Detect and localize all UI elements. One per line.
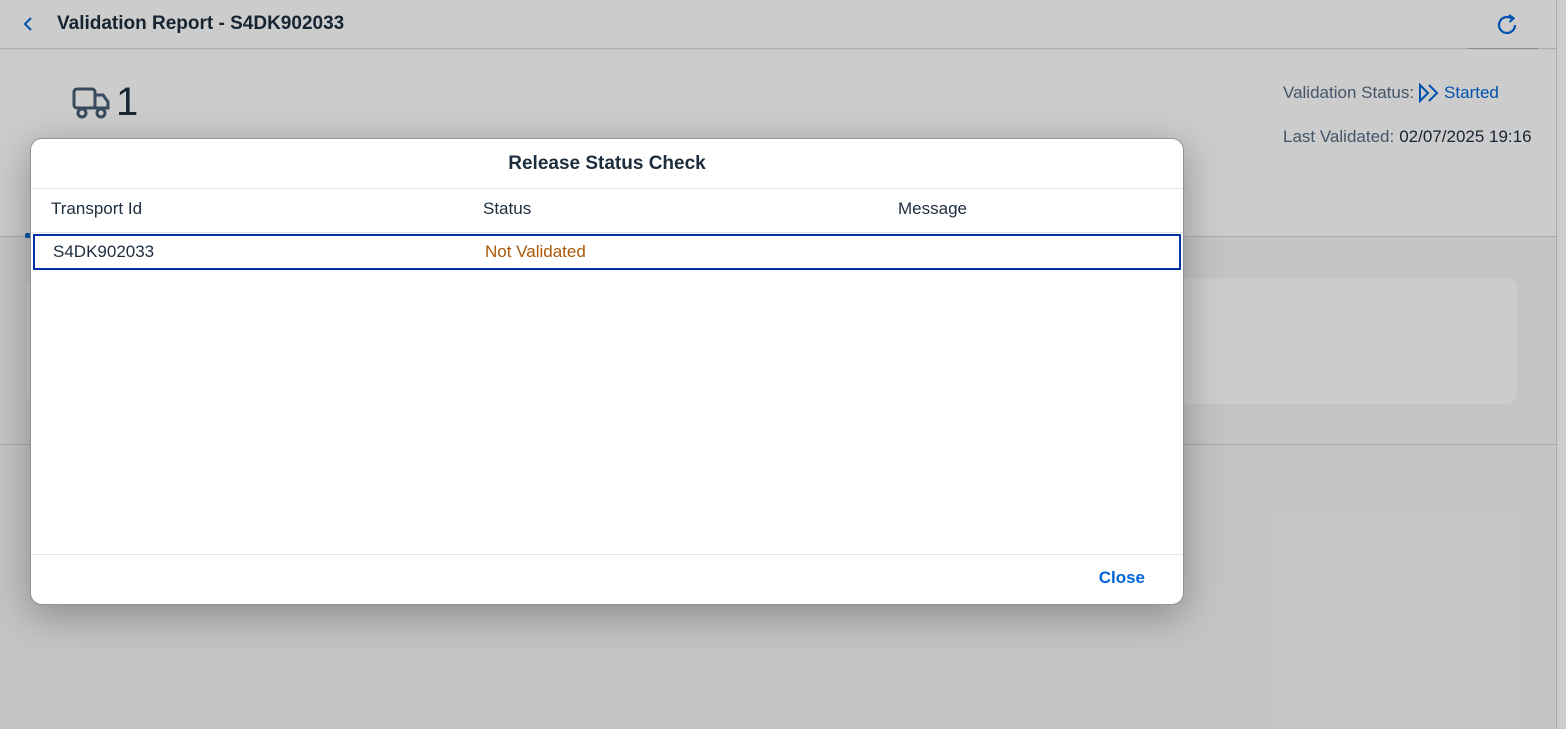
column-header-message: Message [898, 199, 967, 218]
close-button[interactable]: Close [1099, 568, 1145, 588]
dialog-footer: Close [31, 554, 1183, 604]
header-divider [31, 232, 1183, 233]
cell-transport-id: S4DK902033 [53, 242, 155, 261]
column-header-status: Status [483, 199, 532, 218]
column-header-transport-id: Transport Id [51, 199, 143, 218]
table-row[interactable]: S4DK902033 Not Validated [33, 234, 1181, 270]
release-status-dialog: Release Status Check Transport Id Status… [30, 138, 1184, 605]
cell-status: Not Validated [485, 242, 586, 261]
dialog-title: Release Status Check [31, 139, 1183, 189]
